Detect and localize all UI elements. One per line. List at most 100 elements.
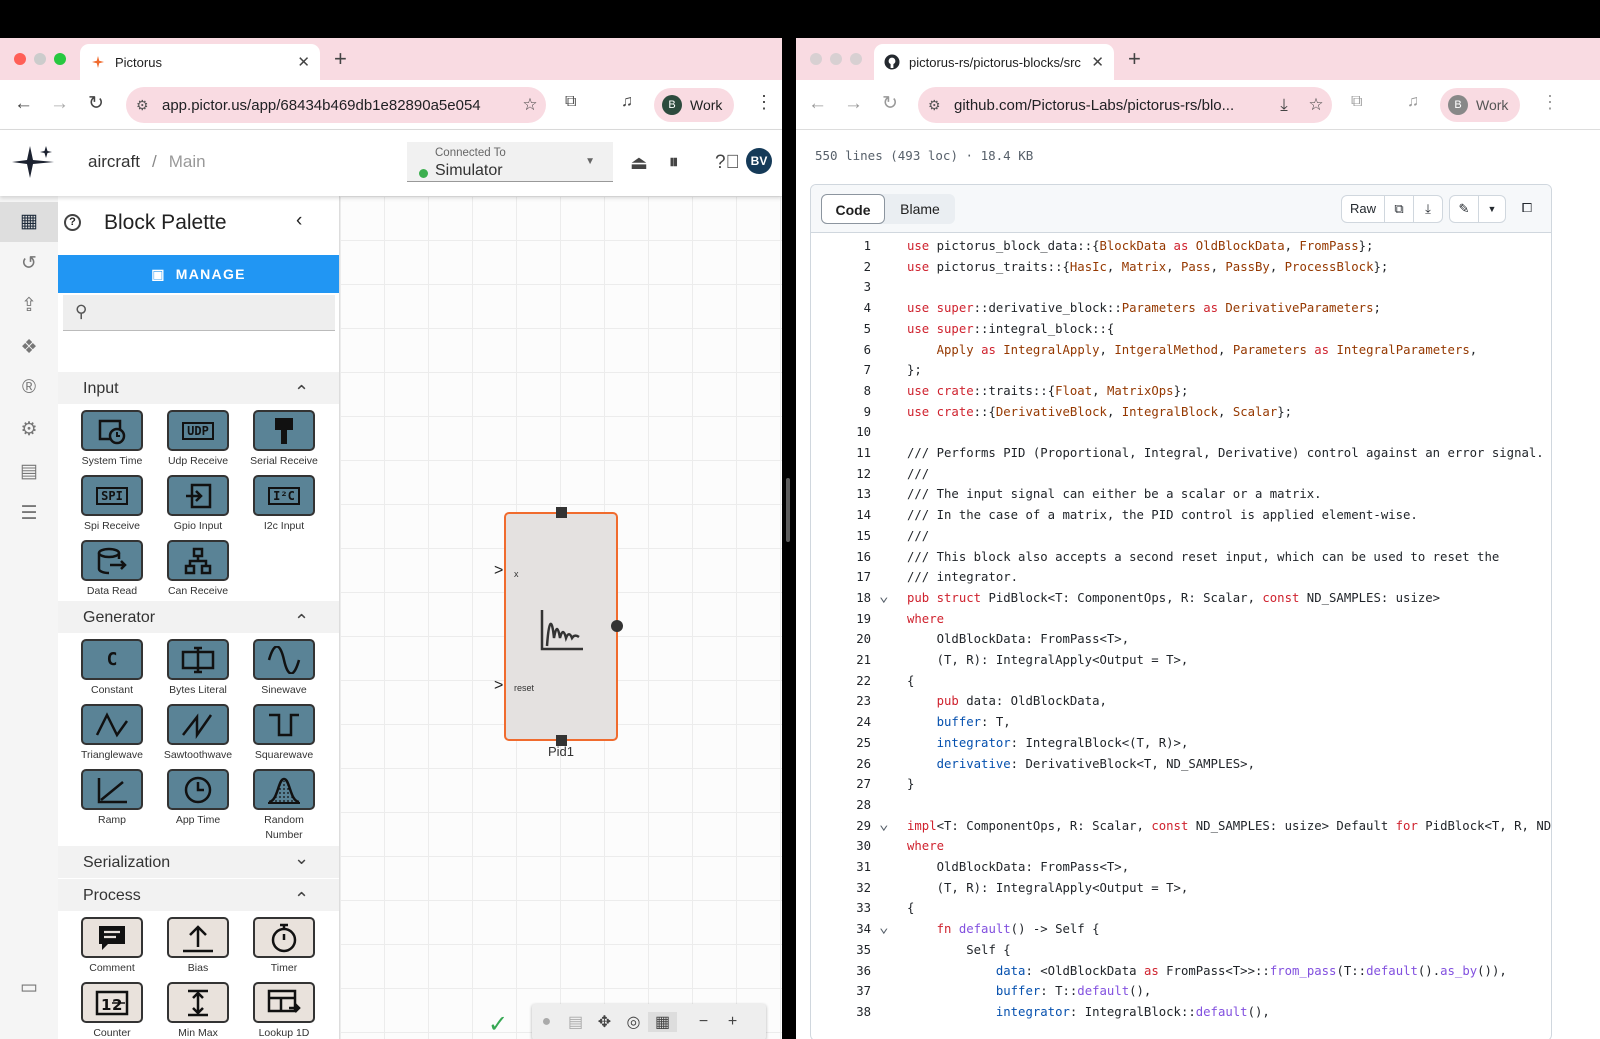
fold-chevron-icon[interactable]: ⌄ [879,815,889,837]
line-number[interactable]: 2 [811,257,871,278]
collapse-palette-icon[interactable]: ‹ [296,210,302,232]
palette-block[interactable]: Squarewave [244,704,324,763]
line-number[interactable]: 17 [811,567,871,588]
terminal-icon[interactable]: ▭ [18,976,40,999]
line-number[interactable]: 34 [811,919,871,940]
info-icon[interactable]: ● [532,1013,561,1031]
chevron-up-icon[interactable]: ⌃ [294,889,309,910]
minimap-icon[interactable]: ▤ [561,1012,590,1032]
line-number[interactable]: 33 [811,898,871,919]
raw-button[interactable]: Raw [1341,195,1385,223]
settings-icon[interactable]: ⚙ [18,418,40,441]
chevron-down-icon[interactable]: ⌄ [294,848,309,869]
palette-block[interactable]: Random Number [244,769,324,843]
palette-block[interactable]: Gpio Input [158,475,238,534]
line-number[interactable]: 29 [811,816,871,837]
diagram-canvas[interactable]: > x > reset Pid1 ✓ ● ▤ ✥ ◎ ▦ − + [340,196,782,1039]
edit-options-chevron-icon[interactable]: ▼ [1478,195,1506,223]
top-port[interactable] [556,507,567,518]
edit-pencil-icon[interactable]: ✎ [1449,195,1479,223]
palette-block[interactable]: Can Receive [158,540,238,599]
deploy-icon[interactable]: ⏏ [630,152,648,175]
forward-icon[interactable]: → [844,94,863,114]
screen-capture-icon[interactable]: ⧉ [565,93,576,111]
palette-block[interactable]: Sinewave [244,639,324,698]
fold-chevron-icon[interactable]: ⌄ [879,919,889,940]
section-header[interactable]: Serialization ⌄ [58,846,339,878]
line-number[interactable]: 12 [811,464,871,485]
line-number[interactable]: 27 [811,774,871,795]
address-bar[interactable]: ⚙ app.pictor.us/app/68434b469db1e82890a5… [126,87,546,123]
bookmark-star-icon[interactable]: ☆ [1300,95,1332,115]
section-header[interactable]: Input ⌃ [58,372,339,404]
close-window-button[interactable] [14,53,26,65]
grid-icon[interactable]: ▦ [648,1012,677,1032]
pid-block[interactable]: > x > reset [494,507,623,746]
python-icon[interactable]: ❖ [18,336,40,359]
help-circle-icon[interactable]: ? [64,214,81,231]
site-settings-icon[interactable]: ⚙ [136,97,162,114]
line-number[interactable]: 28 [811,795,871,816]
palette-block[interactable]: UDP Udp Receive [158,410,238,469]
install-icon[interactable]: ⤓ [1268,95,1300,115]
line-number[interactable]: 38 [811,1002,871,1023]
forward-icon[interactable]: → [50,94,69,114]
breadcrumb-project[interactable]: aircraft [88,152,140,171]
back-icon[interactable]: ← [808,94,827,114]
line-number[interactable]: 10 [811,422,871,443]
line-number[interactable]: 31 [811,857,871,878]
zoom-window-button[interactable] [54,53,66,65]
browser-menu-icon[interactable]: ⋮ [755,92,773,113]
line-number[interactable]: 8 [811,381,871,402]
palette-search-input[interactable] [103,301,323,325]
address-bar[interactable]: ⚙ github.com/Pictorus-Labs/pictorus-rs/b… [918,87,1332,123]
symbols-panel-icon[interactable]: ⧠ [1512,195,1542,223]
line-number[interactable]: 35 [811,940,871,961]
palette-block[interactable]: Timer [244,917,324,976]
profile-chip[interactable]: B Work [1440,88,1521,122]
pictorus-logo-icon[interactable] [10,144,56,185]
palette-block[interactable]: SPI Spi Receive [72,475,152,534]
profile-chip[interactable]: B Work [654,88,735,122]
close-window-button[interactable] [810,53,822,65]
line-number[interactable]: 37 [811,981,871,1002]
close-tab-icon[interactable]: ✕ [297,53,310,71]
browser-tab-pictorus[interactable]: Pictorus ✕ [80,44,320,80]
connection-select[interactable]: Connected To Simulator ▼ [407,142,613,182]
palette-block[interactable]: Data Read [72,540,152,599]
line-number[interactable]: 19 [811,609,871,630]
palette-block[interactable]: Comment [72,917,152,976]
site-settings-icon[interactable]: ⚙ [928,97,954,114]
line-number[interactable]: 1 [811,236,871,257]
copy-icon[interactable]: ⧉ [1384,195,1414,223]
line-number[interactable]: 24 [811,712,871,733]
zoom-window-button[interactable] [850,53,862,65]
pause-icon[interactable]: ⏸ [669,152,679,174]
minimize-window-button[interactable] [830,53,842,65]
checklist-icon[interactable]: ☰ [18,502,40,525]
history-icon[interactable]: ↺ [18,252,40,275]
line-number[interactable]: 36 [811,961,871,982]
section-header[interactable]: Process ⌃ [58,879,339,911]
user-avatar[interactable]: BV [746,148,772,174]
center-icon[interactable]: ◎ [619,1012,648,1032]
palette-block[interactable]: Sawtoothwave [158,704,238,763]
line-number[interactable]: 9 [811,402,871,423]
palette-block[interactable]: Serial Receive [244,410,324,469]
blame-tab[interactable]: Blame [885,194,955,224]
palette-block[interactable]: Min Max [158,982,238,1039]
line-number[interactable]: 14 [811,505,871,526]
reload-icon[interactable]: ↻ [882,94,898,114]
pan-icon[interactable]: ✥ [590,1012,619,1032]
palette-block[interactable]: 1 2 Counter [72,982,152,1039]
input-reset-port-icon[interactable]: > [494,677,503,695]
document-icon[interactable]: ▤ [18,460,40,483]
back-icon[interactable]: ← [14,94,33,114]
window-split-handle[interactable] [786,478,790,542]
palette-block[interactable]: Ramp [72,769,152,828]
chevron-up-icon[interactable]: ⌃ [294,382,309,403]
line-number[interactable]: 25 [811,733,871,754]
palette-block[interactable]: System Time [72,410,152,469]
close-tab-icon[interactable]: ✕ [1091,53,1104,71]
line-number[interactable]: 21 [811,650,871,671]
